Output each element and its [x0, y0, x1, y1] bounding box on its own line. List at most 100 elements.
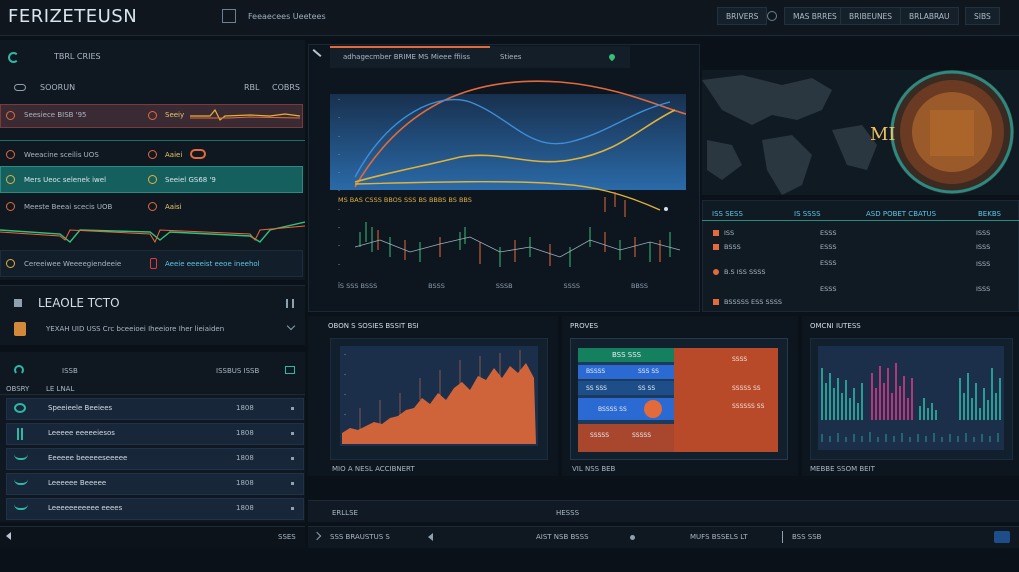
panel2-cell: SS SSS	[586, 385, 607, 392]
app-brand: FERIZETEUSN	[8, 6, 138, 27]
square-icon[interactable]	[222, 9, 236, 23]
row4-label[interactable]: Meeste Beeai scecis UOB	[24, 203, 112, 211]
gear-icon[interactable]	[767, 11, 777, 21]
refresh-icon[interactable]	[8, 52, 19, 63]
panel2-cell: SSSSS	[590, 432, 610, 439]
list-item-value: 1808	[236, 504, 254, 512]
center-tab-2-label: Stiees	[500, 53, 522, 61]
row5-value[interactable]: Aeeie eeeeist eeoe ineehol	[165, 260, 260, 268]
y-axis-labels: - - - - - - - - - - -	[338, 96, 350, 286]
table-header[interactable]: BEKBS	[978, 210, 1001, 218]
row2-value[interactable]: Aaiei	[165, 151, 182, 159]
footer-item[interactable]: SSS BRAUSTUS S	[330, 533, 390, 541]
row4-value[interactable]: Aaisi	[165, 203, 182, 211]
list-item-icon	[14, 403, 26, 413]
top-menu-text[interactable]: Feeaecees Ueetees	[248, 12, 326, 21]
alert-icon-2	[6, 202, 15, 211]
footer-item[interactable]: BSS SSB	[792, 533, 821, 541]
main-chart	[330, 80, 687, 267]
panel2-cell: BSSSS SS	[598, 406, 627, 413]
record-icon[interactable]	[644, 400, 662, 418]
nav-button-sibs[interactable]: SIBS	[965, 7, 1000, 25]
list-icon	[14, 365, 24, 375]
caret-left-icon[interactable]	[6, 532, 11, 540]
list-header-b: LE LNAL	[46, 385, 75, 393]
bullet-icon	[291, 482, 294, 485]
warning-icon	[6, 111, 15, 120]
list-label: ISSB	[62, 367, 78, 375]
list-item-name: Speeieele Beeiees	[48, 404, 113, 412]
y-tick: -	[338, 96, 341, 103]
panel1-title: OBON S SOSIES BSSIT BSI	[328, 322, 419, 330]
table-cell: ISSS	[976, 243, 991, 251]
nav-button-bribeunes[interactable]: BRIBEUNES	[840, 7, 902, 25]
footer-mid-label: HESSS	[556, 509, 580, 517]
world-map	[702, 70, 1014, 195]
left-wave-sparkline	[0, 221, 305, 244]
table-cell: ESSS	[820, 259, 837, 267]
table-header[interactable]: ISS SESS	[712, 210, 743, 218]
left-col1: RBL	[244, 83, 260, 92]
y-tick: -	[338, 132, 341, 140]
table-cell: ISS	[724, 229, 735, 237]
section-panel	[0, 285, 305, 345]
y-tick: -	[338, 169, 341, 177]
panel2-cell: SSSSS	[632, 432, 652, 439]
alert-icon	[6, 150, 15, 159]
panel1-chart: - - - -	[330, 338, 548, 460]
map-panel	[702, 70, 1019, 195]
nav-button-mas[interactable]: MAS BRRES	[784, 7, 846, 25]
link-icon	[14, 84, 26, 91]
panel2-right	[674, 348, 778, 452]
row5-label[interactable]: Cereeiwee Weeeegiendeeie	[24, 260, 121, 268]
bullet-icon	[291, 507, 294, 510]
table-header[interactable]: ASD POBET CBATUS	[866, 210, 936, 218]
pause-icon[interactable]	[286, 299, 294, 308]
toggle-icon[interactable]	[285, 366, 295, 374]
divider	[0, 140, 305, 141]
x-tick: SSSS	[563, 282, 581, 290]
panel1-ytick: -	[344, 351, 346, 358]
footer-arrow-icon[interactable]	[428, 533, 433, 541]
map-logo-text: MI	[870, 124, 896, 145]
row3-value[interactable]: Seeiel GS68 '9	[165, 176, 216, 184]
y-tick: -	[338, 242, 341, 250]
list-item-name: Leeeee eeeeeiesos	[48, 429, 115, 437]
row1-value[interactable]: Seeiy	[165, 111, 184, 119]
left-subtitle: SOORUN	[40, 83, 76, 92]
table-cell: ESSS	[820, 229, 837, 237]
y-tick: -	[338, 187, 341, 195]
row3-icon	[148, 175, 157, 184]
panel2-cell: SSSSSS SS	[732, 403, 765, 410]
row4-icon	[148, 202, 157, 211]
nav-button-brlabrau[interactable]: BRLABRAU	[900, 7, 959, 25]
nav-button-brivers[interactable]: BRIVERS	[717, 7, 768, 25]
x-tick: BSSS	[428, 282, 445, 290]
list-item-value: 1808	[236, 454, 254, 462]
row-icon	[713, 299, 719, 305]
footer-chip[interactable]	[994, 531, 1010, 543]
panel2-cell: SSSS	[732, 356, 748, 363]
panel2-title: PROVES	[570, 322, 599, 330]
panel1-ytick: -	[344, 391, 346, 398]
footer-bar-2	[308, 526, 1019, 548]
footer-item[interactable]: AIST NSB BSSS	[536, 533, 589, 541]
row3-label[interactable]: Mers Ueoc selenek iwel	[24, 176, 106, 184]
row1-icon	[148, 111, 157, 120]
row1-label[interactable]: Seesiece BISB '95	[24, 111, 87, 119]
x-tick: SSSB	[495, 282, 513, 290]
list-header-divider	[0, 394, 305, 395]
bullet-icon	[291, 432, 294, 435]
map-table-header	[702, 205, 1019, 221]
footer-divider-icon	[782, 531, 783, 543]
table-cell: B.S ISS SSSS	[724, 268, 766, 276]
row2-label[interactable]: Weeacine sceilis UOS	[24, 151, 99, 159]
row2-dots	[190, 149, 206, 159]
panel2-cell: SSS SS	[638, 368, 659, 375]
left-footer	[0, 526, 305, 548]
footer-item[interactable]: MUFS BSSELS LT	[690, 533, 748, 541]
footer-dot-icon	[630, 535, 635, 540]
panel2-cell: SS SS	[638, 385, 656, 392]
table-header[interactable]: IS SSSS	[794, 210, 821, 218]
bars-icon	[14, 299, 22, 307]
